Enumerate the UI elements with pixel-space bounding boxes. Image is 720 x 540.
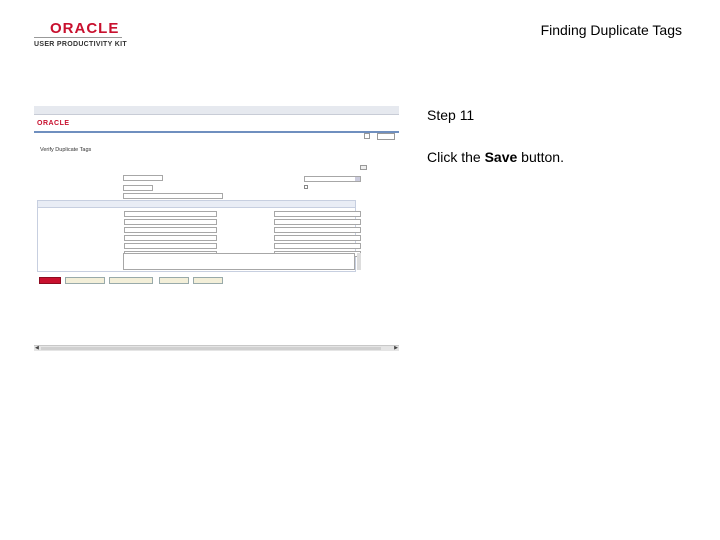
return-to-search-button[interactable] [65,277,105,284]
logo-oracle-text: ORACLE [50,20,120,37]
refresh-icon[interactable] [360,165,367,170]
detail-input-2[interactable] [124,219,217,225]
detail-input-right-2[interactable] [274,219,361,225]
checkbox[interactable] [304,185,308,189]
upk-logo: ORACLE USER PRODUCTIVITY KIT [34,20,134,50]
field-input[interactable] [123,193,223,199]
logo-upk-text: USER PRODUCTIVITY KIT [34,41,127,48]
detail-input-right-5[interactable] [274,243,361,249]
document-title: Finding Duplicate Tags [540,22,682,38]
instruction-bold: Save [484,149,518,165]
detail-input-right-3[interactable] [274,227,361,233]
instruction-prefix: Click the [427,149,485,165]
action-toolbar [39,277,249,285]
scroll-right-icon[interactable]: ▶ [394,346,398,351]
step-label: Step 11 [427,107,475,123]
detail-input-right-4[interactable] [274,235,361,241]
field-input[interactable] [123,185,153,191]
step-instruction: Click the Save button. [427,149,564,165]
section-header [38,201,355,208]
app-header: ORACLE [34,115,399,133]
app-screenshot: ORACLE Verify Duplicate Tags ◀ ▶ [34,103,399,353]
logo-divider [34,37,122,38]
previous-in-list-button[interactable] [109,277,153,284]
detail-input-3[interactable] [124,227,217,233]
select-field[interactable] [304,176,361,182]
save-button[interactable] [39,277,61,284]
page-title: Verify Duplicate Tags [40,147,92,153]
scroll-left-icon[interactable]: ◀ [35,346,39,351]
comment-scrollbar[interactable] [357,253,361,270]
notify-button[interactable] [193,277,223,284]
scroll-thumb[interactable] [41,347,381,350]
detail-input-1[interactable] [124,211,217,217]
breadcrumb-bar [34,106,399,115]
horizontal-scrollbar[interactable]: ◀ ▶ [34,345,399,351]
instruction-suffix: button. [517,149,564,165]
detail-input-right-1[interactable] [274,211,361,217]
next-in-list-button[interactable] [159,277,189,284]
help-icon[interactable] [364,133,370,139]
detail-input-5[interactable] [124,243,217,249]
comment-textarea[interactable] [123,253,355,270]
personalize-link-icon[interactable] [377,133,395,140]
field-input[interactable] [123,175,163,181]
app-brand-logo: ORACLE [37,120,70,127]
detail-input-4[interactable] [124,235,217,241]
